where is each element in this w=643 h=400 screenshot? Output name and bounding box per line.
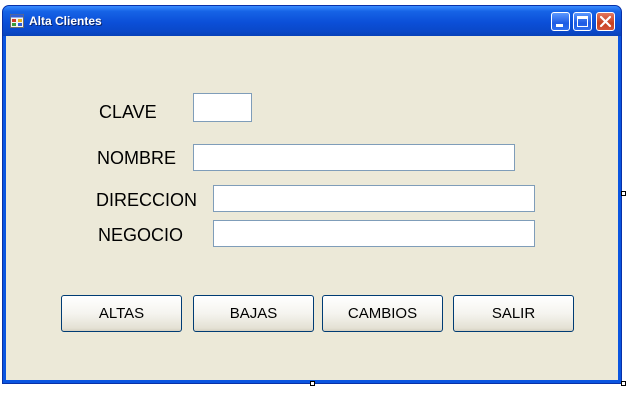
clave-field[interactable] [193, 93, 252, 122]
maximize-button[interactable] [573, 12, 592, 31]
app-icon [10, 14, 24, 28]
minimize-button[interactable] [551, 12, 570, 31]
negocio-field[interactable] [213, 220, 535, 247]
direccion-field[interactable] [213, 185, 535, 212]
nombre-label: NOMBRE [97, 148, 177, 168]
form-client-area: CLAVE NOMBRE DIRECCION NEGOCIO ALTAS BAJ… [6, 36, 618, 380]
clave-label: CLAVE [99, 102, 157, 122]
close-icon [599, 15, 612, 28]
title-bar[interactable]: Alta Clientes [3, 6, 621, 36]
altas-button[interactable]: ALTAS [61, 295, 182, 332]
window-title: Alta Clientes [29, 14, 102, 28]
resize-handle-bottom[interactable] [310, 381, 315, 386]
salir-button[interactable]: SALIR [453, 295, 574, 332]
resize-handle-corner[interactable] [621, 381, 626, 386]
form-window: Alta Clientes CLAVE NOMBRE DIRECCION NEG… [2, 5, 622, 384]
minimize-icon [556, 24, 563, 27]
maximize-icon [577, 16, 588, 27]
negocio-label: NEGOCIO [98, 225, 184, 245]
resize-handle-right[interactable] [621, 191, 626, 196]
cambios-button[interactable]: CAMBIOS [322, 295, 443, 332]
bajas-button[interactable]: BAJAS [193, 295, 314, 332]
direccion-label: DIRECCION [96, 190, 198, 210]
close-button[interactable] [596, 12, 615, 31]
nombre-field[interactable] [193, 144, 515, 171]
